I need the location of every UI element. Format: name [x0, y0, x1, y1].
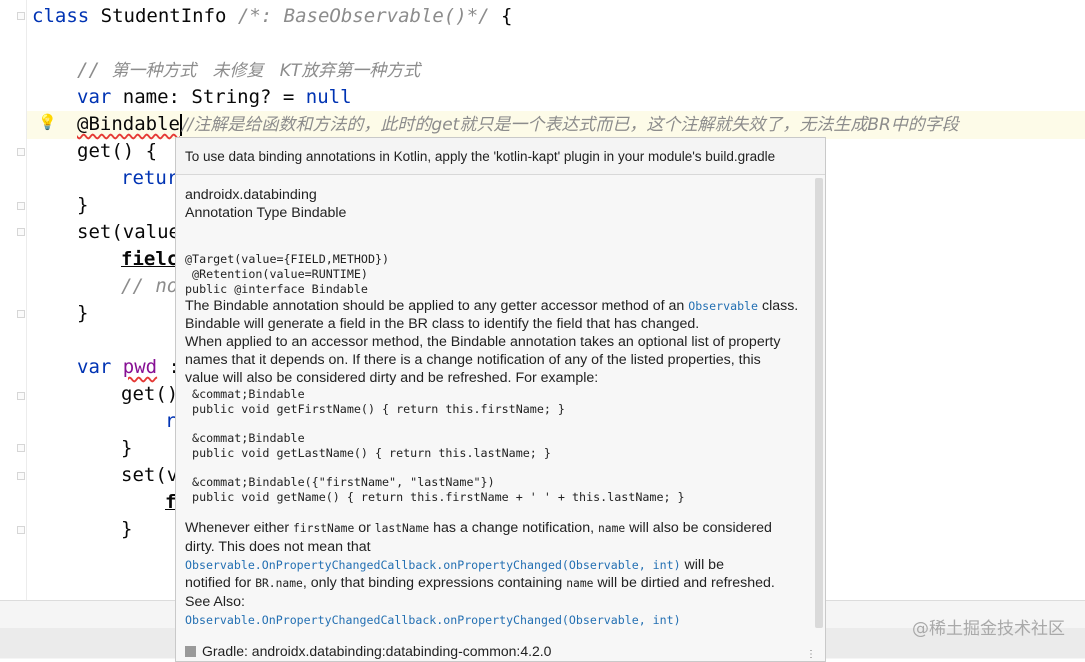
code-line-var-pwd[interactable]: var pwd :	[77, 354, 180, 381]
doc-code-line: public void getName() { return this.firs…	[185, 490, 685, 504]
code-line-close[interactable]: }	[77, 192, 88, 219]
library-icon	[185, 646, 196, 657]
doc-type: Annotation Type Bindable	[185, 205, 347, 221]
code-line-get[interactable]: get() {	[77, 138, 157, 165]
code-line-close[interactable]: }	[77, 300, 88, 327]
doc-code-line: &commat;Bindable	[185, 387, 305, 401]
fold-icon[interactable]	[17, 202, 25, 210]
doc-code-line: &commat;Bindable	[185, 431, 305, 445]
editor-gutter	[0, 0, 27, 600]
code-line-set[interactable]: set(value	[77, 219, 180, 246]
code-line-close[interactable]: }	[121, 435, 132, 462]
doc-desc-line: value will also be considered dirty and …	[185, 370, 599, 386]
fold-icon[interactable]	[17, 148, 25, 156]
observable-link[interactable]: Observable	[688, 299, 758, 313]
popup-scrollbar[interactable]	[815, 178, 823, 628]
fold-icon[interactable]	[17, 392, 25, 400]
fold-icon[interactable]	[17, 12, 25, 20]
doc-package: androidx.databinding	[185, 187, 317, 203]
code-line-class[interactable]: class StudentInfo /*: BaseObservable()*/…	[32, 3, 512, 30]
doc-code-line: public void getLastName() { return this.…	[185, 446, 551, 460]
doc-desc-line: dirty. This does not mean that	[185, 539, 371, 555]
doc-see-also: See Also:	[185, 594, 245, 610]
fold-icon[interactable]	[17, 310, 25, 318]
code-line-var-name[interactable]: var name: String? = null	[77, 84, 352, 111]
doc-whenever-line: Whenever either firstName or lastName ha…	[185, 520, 772, 536]
doc-desc-line: names that it depends on. If there is a …	[185, 352, 761, 368]
quick-documentation-popup[interactable]: To use data binding annotations in Kotli…	[175, 137, 826, 662]
gradle-source-line: Gradle: androidx.databinding:databinding…	[185, 643, 551, 659]
doc-desc-line: Bindable will generate a field in the BR…	[185, 316, 700, 332]
doc-target: @Target(value={FIELD,METHOD})	[185, 252, 390, 266]
doc-desc-line: The Bindable annotation should be applie…	[185, 298, 799, 314]
code-line-get2[interactable]: get()	[121, 381, 178, 408]
lightbulb-icon[interactable]: 💡	[38, 113, 57, 131]
code-line-return[interactable]: retur	[121, 165, 178, 192]
doc-code-line: public void getFirstName() { return this…	[185, 402, 565, 416]
code-line-close[interactable]: }	[121, 516, 132, 543]
popup-header: To use data binding annotations in Kotli…	[176, 138, 825, 175]
see-also-link[interactable]: Observable.OnPropertyChangedCallback.onP…	[185, 613, 681, 627]
code-line-field[interactable]: fielc	[121, 246, 178, 273]
fold-icon[interactable]	[17, 444, 25, 452]
doc-declaration: public @interface Bindable	[185, 282, 368, 296]
code-line-comment[interactable]: // 第一种方式 未修复 KT放弃第一种方式	[77, 57, 420, 85]
doc-link-line: Observable.OnPropertyChangedCallback.onP…	[185, 611, 797, 629]
doc-retention: @Retention(value=RUNTIME)	[185, 267, 368, 281]
fold-icon[interactable]	[17, 526, 25, 534]
code-line-set2[interactable]: set(v	[121, 462, 178, 489]
fold-icon[interactable]	[17, 472, 25, 480]
code-line-bindable[interactable]: @Bindable//注解是给函数和方法的，此时的get就只是一个表达式而已，这…	[77, 111, 959, 139]
doc-code-line: &commat;Bindable({"firstName", "lastName…	[185, 475, 495, 489]
doc-link-line: Observable.OnPropertyChangedCallback.onP…	[185, 557, 724, 573]
onpropertychanged-link[interactable]: Observable.OnPropertyChangedCallback.onP…	[185, 558, 681, 572]
popup-body: androidx.databinding Annotation Type Bin…	[185, 186, 799, 629]
doc-notified-line: notified for BR.name, only that binding …	[185, 575, 775, 591]
code-line-comment-no[interactable]: // no	[121, 273, 178, 300]
watermark: @稀土掘金技术社区	[912, 619, 1065, 639]
fold-icon[interactable]	[17, 228, 25, 236]
more-options-icon[interactable]: ⋮	[806, 649, 816, 660]
doc-desc-line: When applied to an accessor method, the …	[185, 334, 781, 350]
